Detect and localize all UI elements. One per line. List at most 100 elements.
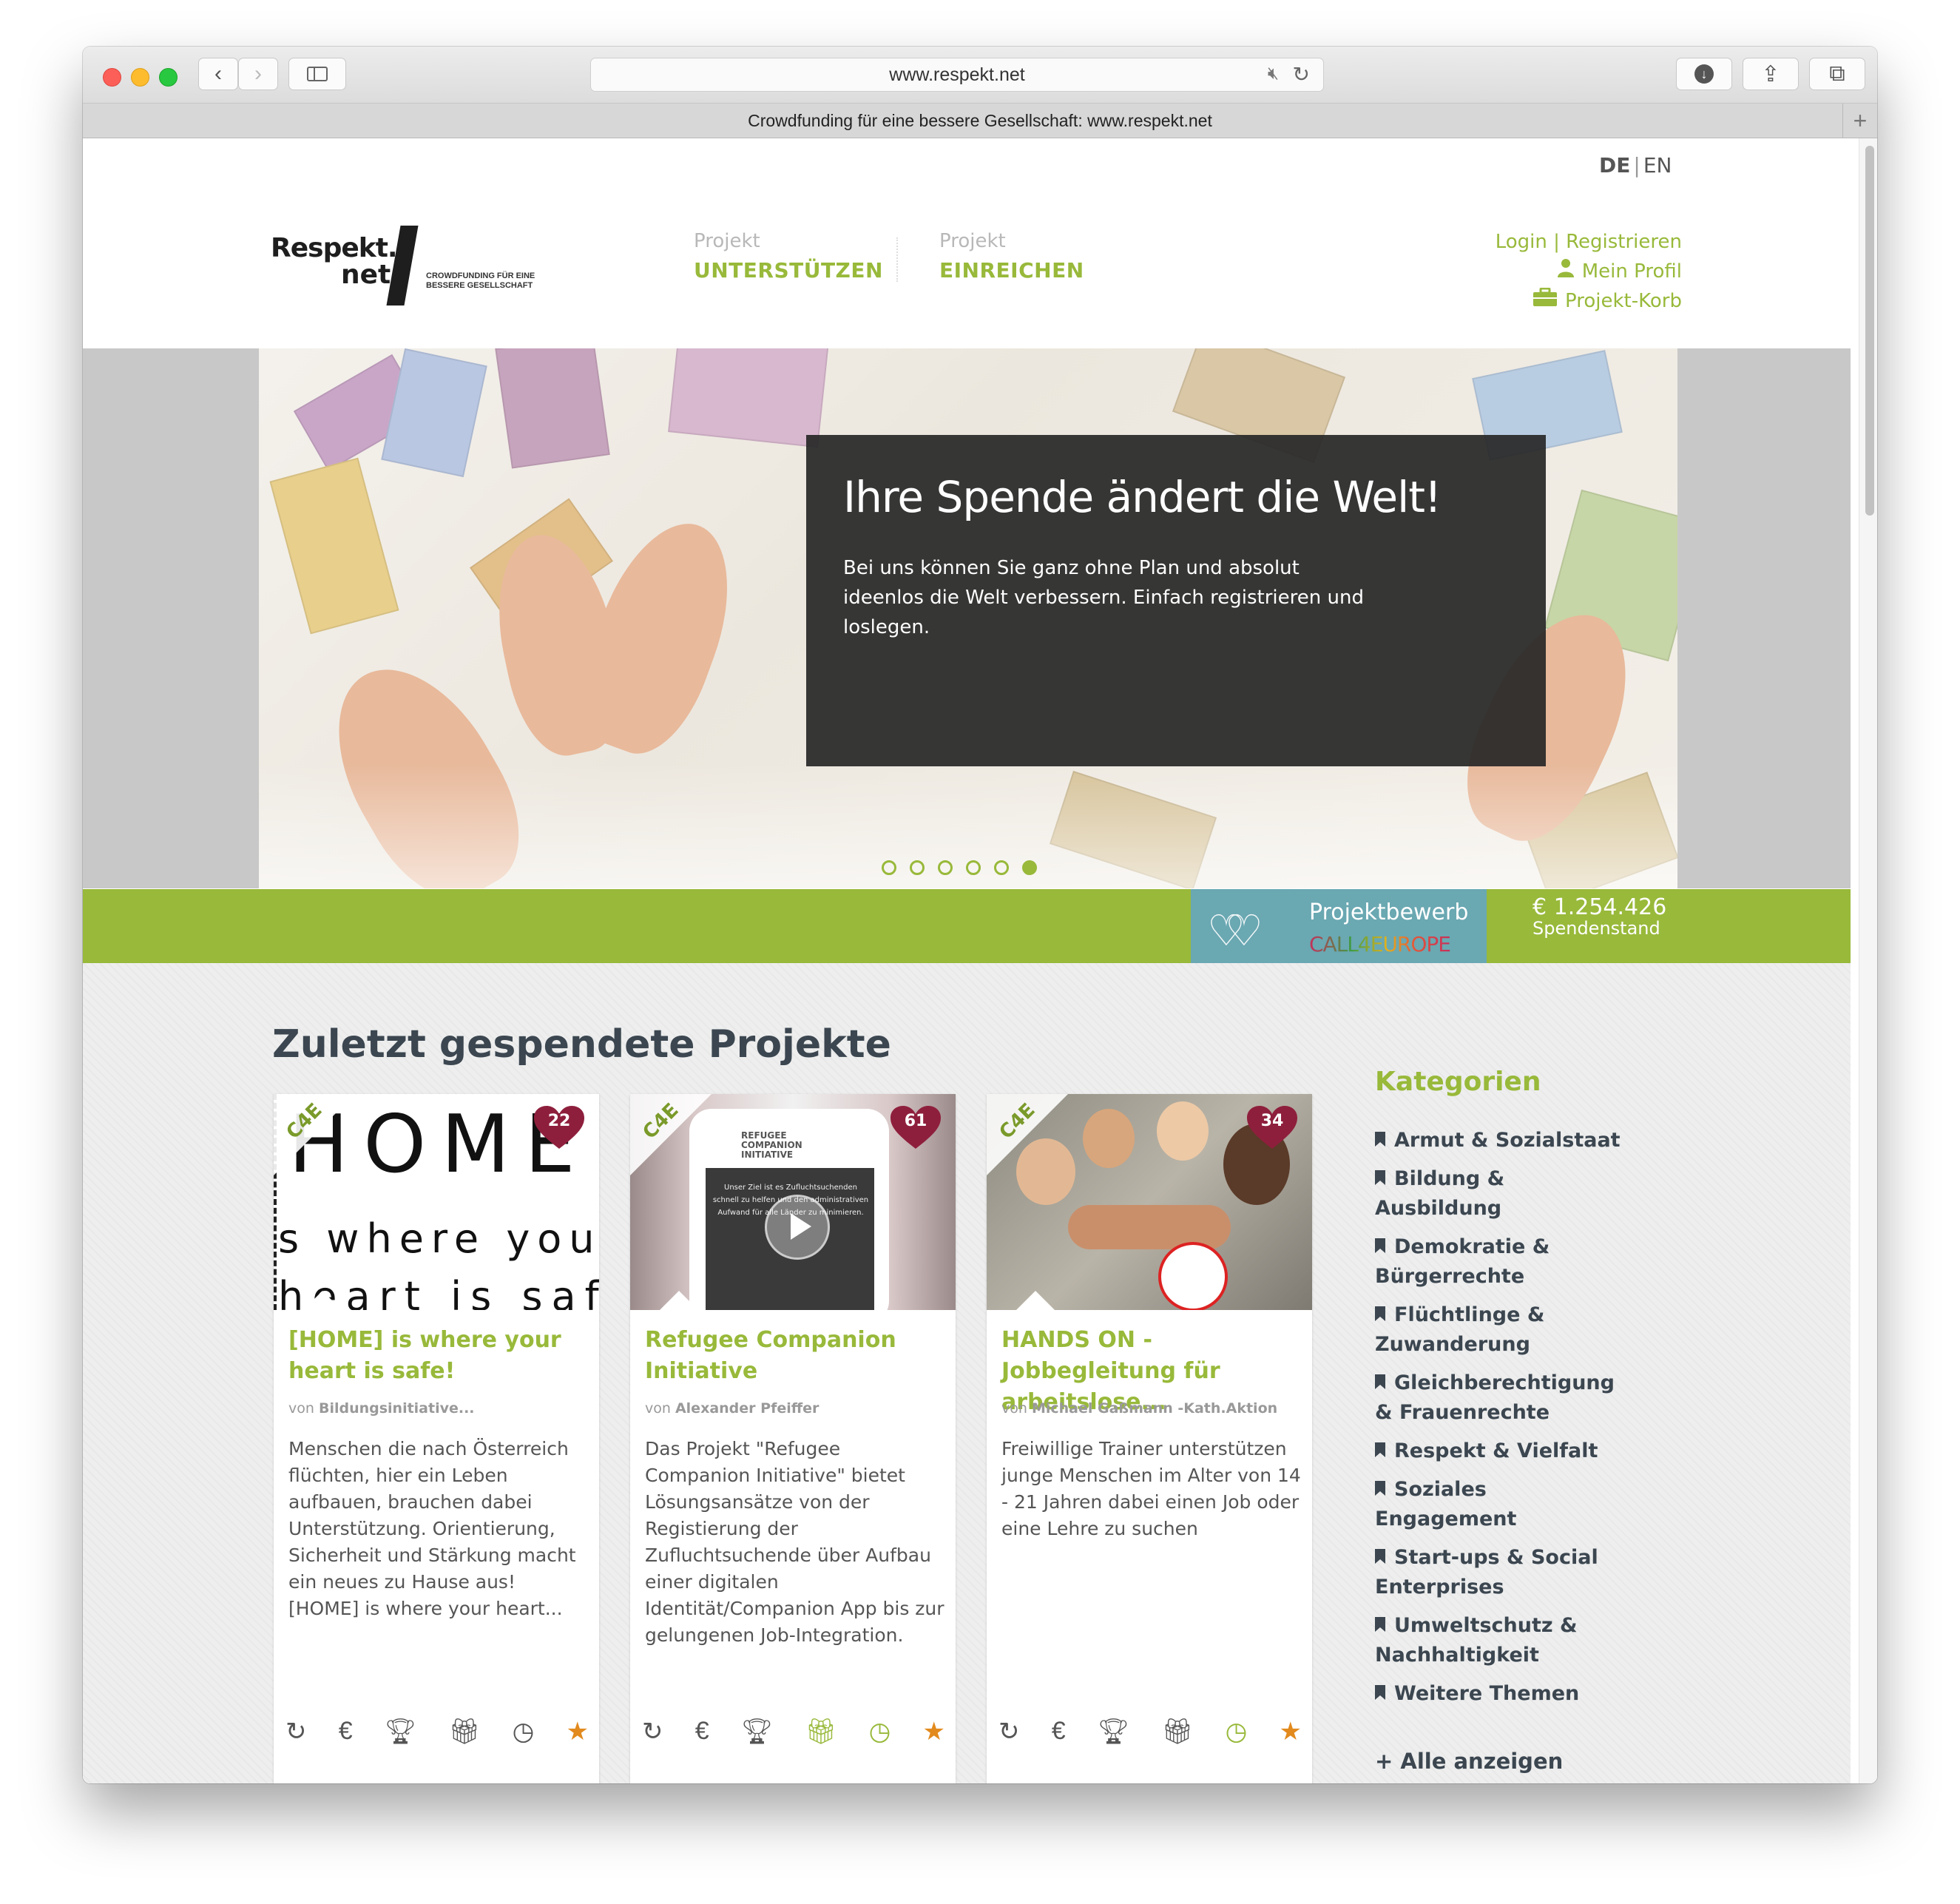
project-title[interactable]: Refugee Companion Initiative [645,1325,941,1387]
category-link[interactable]: Umweltschutz & Nachhaltigkeit [1375,1611,1626,1670]
trophy-icon: 🏆︎ [1097,1718,1129,1746]
banknote-image [269,457,399,635]
slider-dot[interactable] [966,860,981,875]
category-link[interactable]: Demokratie & Bürgerrechte [1375,1232,1626,1292]
nav-projekt-einreichen[interactable]: Projekt EINREICHEN [939,230,1084,283]
logo-text-respekt: Respekt. [271,233,398,263]
clock-icon: ◷ [512,1718,535,1746]
zoom-window-button[interactable] [159,68,178,87]
project-author: von Michael Gaßmann -Kath.Aktion [1001,1400,1278,1417]
heart-count: 61 [904,1112,927,1130]
browser-window: ‹ › www.respekt.net 🔇︎ ↻ ↓ ⇪ ⧉ Crowdfund… [83,47,1877,1783]
project-description: Menschen die nach Österreich flüchten, h… [288,1438,576,1619]
project-card[interactable]: REFUGEE COMPANION INITIATIVE Unser Ziel … [630,1094,956,1783]
gift-icon: 🎁︎ [805,1718,837,1746]
euro-icon: € [695,1717,709,1745]
thumb-notch [303,1291,342,1310]
clock-icon: ◷ [868,1718,891,1746]
nav-projekt-unterstuetzen[interactable]: Projekt UNTERSTÜTZEN [694,230,883,283]
my-profile-link[interactable]: Mein Profil [1496,257,1682,286]
thumb-text: s where your [278,1215,599,1262]
close-window-button[interactable] [103,68,121,87]
bookmark-icon [1375,1442,1385,1457]
hero-slider[interactable]: Ihre Spende ändert die Welt! Bei uns kön… [259,348,1677,888]
lang-de-link[interactable]: DE [1599,153,1630,178]
category-link[interactable]: Respekt & Vielfalt [1375,1437,1626,1466]
category-link[interactable]: Gleichberechtigung & Frauenrechte [1375,1368,1626,1428]
share-button[interactable]: ⇪ [1743,58,1799,90]
logo-text-net: net [341,260,391,290]
my-profile-label: Mein Profil [1581,260,1682,283]
show-all-categories-link[interactable]: + Alle anzeigen [1375,1749,1563,1774]
slider-dot[interactable] [882,860,896,875]
category-link[interactable]: Weitere Themen [1375,1679,1626,1709]
tabs-overview-button[interactable]: ⧉ [1809,58,1865,90]
donation-amount-label: Spendenstand [1532,918,1660,939]
scrollbar-thumb[interactable] [1865,146,1874,516]
slider-dot-active[interactable] [1022,860,1037,875]
bookmark-icon [1375,1549,1385,1564]
person-image [1157,1101,1209,1161]
project-author: von Bildungsinitiative... [288,1400,475,1417]
slider-dot[interactable] [938,860,953,875]
lang-en-link[interactable]: EN [1643,153,1672,178]
section-title: Zuletzt gespendete Projekte [272,1022,891,1067]
project-author: von Alexander Pfeiffer [645,1400,820,1417]
heart-count-badge[interactable]: 22 [533,1104,586,1150]
hearts-logo-icon: ♡♡ [1207,907,1263,955]
hero-caption-box: Ihre Spende ändert die Welt! Bei uns kön… [806,435,1546,766]
new-tab-button[interactable]: + [1842,104,1877,138]
browser-toolbar: ‹ › www.respekt.net 🔇︎ ↻ ↓ ⇪ ⧉ [83,47,1877,104]
category-link[interactable]: Soziales Engagement [1375,1475,1626,1534]
sidebar-toggle-button[interactable] [288,58,346,90]
gift-icon: 🎁︎ [1161,1718,1194,1746]
author-name[interactable]: Michael Gaßmann -Kath.Aktion [1032,1400,1277,1417]
euro-icon: € [1051,1717,1066,1745]
category-link[interactable]: Start-ups & Social Enterprises [1375,1543,1626,1602]
minimize-window-button[interactable] [131,68,149,87]
project-title[interactable]: [HOME] is where your heart is safe! [288,1325,584,1387]
donation-amount: € 1.254.426 [1532,894,1667,920]
project-status-icons: ↻ € 🏆︎ 🎁︎ ◷ ★ [642,1717,945,1746]
downloads-button[interactable]: ↓ [1676,58,1732,90]
thumb-notch [660,1291,698,1310]
project-card[interactable]: HOME s where your heart is safe C4E 22 [… [274,1094,599,1783]
project-status-icons: ↻ € 🏆︎ 🎁︎ ◷ ★ [285,1717,589,1746]
tab-title[interactable]: Crowdfunding für eine bessere Gesellscha… [748,111,1212,131]
language-switch: DE | EN [1599,153,1672,178]
project-card[interactable]: C4E 34 HANDS ON - Jobbegleitung für arbe… [987,1094,1312,1783]
star-icon: ★ [922,1718,945,1746]
bookmark-icon [1375,1306,1385,1321]
nav-small-label: Projekt [694,230,760,252]
hero-text: Bei uns können Sie ganz ohne Plan und ab… [843,557,1364,638]
forward-button[interactable]: › [238,58,278,90]
heart-count-badge[interactable]: 61 [889,1104,942,1150]
share-icon: ⇪ [1761,61,1780,87]
slider-dot[interactable] [994,860,1009,875]
euro-icon: € [338,1717,353,1745]
scrollbar-track[interactable] [1859,138,1877,1783]
play-icon[interactable] [765,1195,830,1260]
project-cart-link[interactable]: Projekt-Korb [1496,286,1682,316]
mute-icon[interactable]: 🔇︎ [1268,64,1279,84]
reload-icon[interactable]: ↻ [1293,62,1310,87]
main-content: Zuletzt gespendete Projekte HOME s where… [83,963,1851,1783]
call4europe-banner[interactable]: ♡♡ Projektbewerb CALL4EUROPE [1191,889,1487,963]
call4europe-label: CALL4EUROPE [1309,932,1451,956]
author-name[interactable]: Bildungsinitiative... [319,1400,475,1417]
login-register-link[interactable]: Login | Registrieren [1496,227,1682,257]
author-name[interactable]: Alexander Pfeiffer [675,1400,819,1417]
bookmark-icon [1375,1481,1385,1496]
briefcase-icon [1532,286,1558,316]
address-bar[interactable]: www.respekt.net 🔇︎ ↻ [590,58,1324,92]
back-button[interactable]: ‹ [198,58,238,90]
slider-dot[interactable] [910,860,925,875]
category-link[interactable]: Flüchtlinge & Zuwanderung [1375,1300,1626,1360]
thumb-notch [1016,1291,1055,1310]
bookmark-icon [1375,1374,1385,1389]
category-link[interactable]: Armut & Sozialstaat [1375,1126,1626,1155]
refresh-icon: ↻ [642,1718,663,1746]
category-link[interactable]: Bildung & Ausbildung [1375,1164,1626,1223]
project-status-icons: ↻ € 🏆︎ 🎁︎ ◷ ★ [998,1717,1302,1746]
heart-count-badge[interactable]: 34 [1246,1104,1299,1150]
